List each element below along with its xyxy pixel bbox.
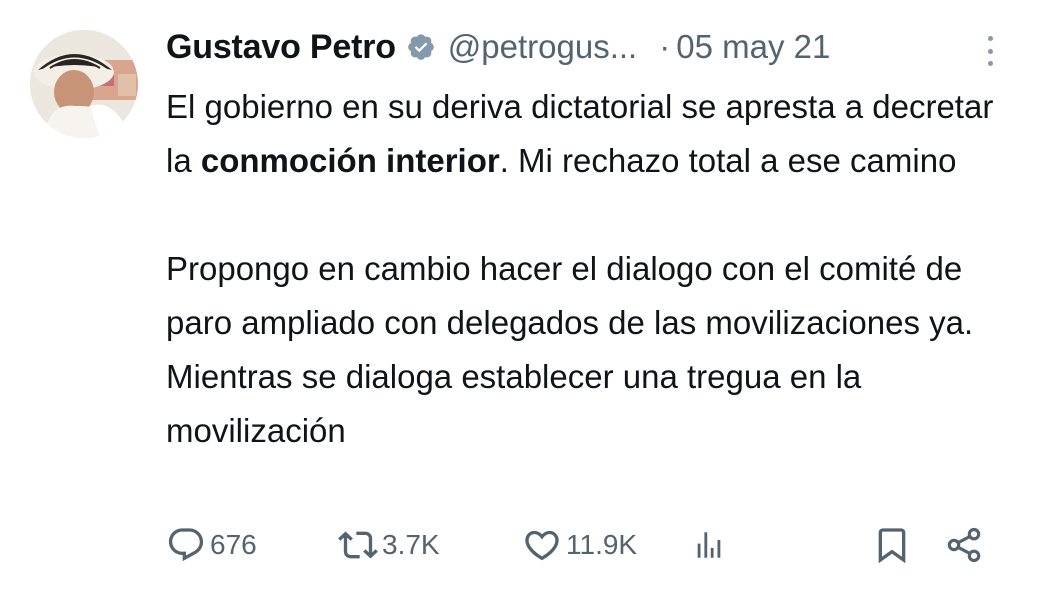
heart-icon bbox=[525, 530, 559, 561]
tweet-text: El gobierno en su deriva dictatorial se … bbox=[166, 80, 1016, 458]
action-bar: 676 3.7K 11.9K bbox=[166, 520, 996, 570]
verified-badge-icon bbox=[406, 32, 436, 62]
analytics-bars-icon bbox=[697, 532, 721, 558]
bookmark-icon bbox=[878, 528, 906, 564]
reply-count: 676 bbox=[210, 529, 257, 560]
reply-button[interactable]: 676 bbox=[166, 520, 257, 570]
analytics-button[interactable] bbox=[692, 520, 726, 570]
avatar-photo bbox=[30, 30, 138, 138]
display-name[interactable]: Gustavo Petro bbox=[166, 28, 396, 67]
share-button[interactable] bbox=[944, 520, 984, 570]
retweet-count: 3.7K bbox=[382, 529, 440, 560]
retweet-button[interactable]: 3.7K bbox=[338, 520, 440, 570]
share-icon bbox=[947, 527, 981, 563]
tweet-card[interactable]: Gustavo Petro @petrogus... · 05 may 21 E… bbox=[0, 0, 1037, 592]
bookmark-button[interactable] bbox=[872, 520, 912, 570]
tweet-paragraph-2: Propongo en cambio hacer el dialogo con … bbox=[166, 250, 974, 449]
retweet-icon bbox=[338, 531, 378, 559]
like-button[interactable]: 11.9K bbox=[522, 520, 637, 570]
tweet-header: Gustavo Petro @petrogus... · 05 may 21 bbox=[166, 22, 1006, 72]
user-handle[interactable]: @petrogus... bbox=[448, 28, 637, 66]
tweet-paragraph-1: El gobierno en su deriva dictatorial se … bbox=[166, 88, 994, 179]
more-options-icon[interactable] bbox=[985, 36, 995, 66]
tweet-date[interactable]: 05 may 21 bbox=[676, 28, 830, 66]
like-count: 11.9K bbox=[566, 529, 638, 560]
separator-dot: · bbox=[659, 28, 671, 65]
avatar[interactable] bbox=[30, 30, 138, 138]
bold-phrase: conmoción interior bbox=[200, 142, 500, 179]
reply-icon bbox=[168, 528, 204, 562]
